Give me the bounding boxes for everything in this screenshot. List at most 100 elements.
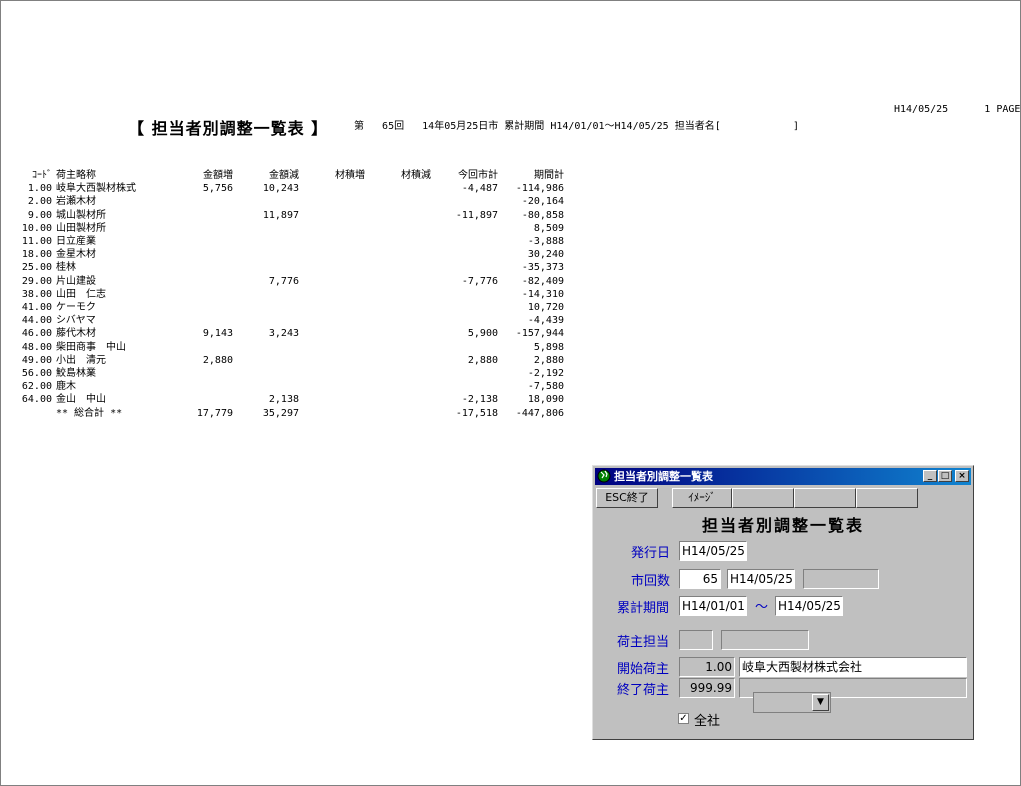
cell-code: 10.00: [21, 222, 52, 234]
period-from-field[interactable]: H14/01/01: [679, 596, 747, 616]
toolbar-slot-5[interactable]: [856, 488, 918, 508]
cell-period-total: -20,164: [521, 196, 564, 208]
cell-amount-dec: 7,776: [268, 275, 299, 287]
period-tilde: ～: [755, 600, 769, 615]
report-title: 【 担当者別調整一覧表 】: [128, 119, 329, 138]
start-shipper-name-field[interactable]: 岐阜大西製材株式会社: [739, 657, 967, 677]
col-volume-dec: 材積減: [401, 170, 431, 181]
col-market-total: 今回市計: [458, 170, 498, 181]
cell-amount-dec: 2,138: [268, 394, 299, 406]
col-period-total: 期間計: [534, 170, 564, 181]
cell-period-total: 18,090: [527, 394, 564, 406]
cell-market-total: [431, 314, 498, 327]
cell-amount-dec: [233, 235, 299, 248]
period-to-field[interactable]: H14/05/25: [775, 596, 843, 616]
cell-market-total: 5,900: [467, 328, 498, 340]
cell-volume-dec: [365, 341, 431, 354]
cell-volume-inc: [299, 209, 365, 222]
cell-volume-inc: [299, 195, 365, 208]
cell-volume-dec: [365, 354, 431, 367]
table-row: 10.00 山田製材所 8,509: [19, 222, 564, 235]
report-header-row: ｺｰﾄﾞ 荷主略称 金額増 金額減 材積増 材積減 今回市計 期間計: [19, 169, 564, 182]
maximize-button[interactable]: □: [938, 470, 952, 482]
cell-volume-inc: [299, 314, 365, 327]
table-row: 25.00 桂林 -35,373: [19, 261, 564, 274]
esc-exit-button[interactable]: ESC終了: [596, 488, 658, 508]
cell-volume-dec: [365, 195, 431, 208]
total-code: [19, 407, 52, 420]
cell-period-total: 8,509: [533, 222, 564, 234]
cell-code: 25.00: [21, 262, 52, 274]
cell-name: 小出 清元: [56, 354, 106, 366]
cell-volume-dec: [365, 380, 431, 393]
cell-code: 2.00: [27, 196, 52, 208]
shipper-staff-code-field[interactable]: [679, 630, 713, 650]
total-period-total: -447,806: [515, 407, 564, 419]
cell-period-total: -114,986: [515, 183, 564, 195]
minimize-button[interactable]: _: [923, 470, 937, 482]
cell-volume-inc: [299, 327, 365, 340]
cell-market-total: -11,897: [455, 209, 498, 221]
cell-name: 山田 仁志: [56, 288, 106, 300]
cell-code: 62.00: [21, 381, 52, 393]
cell-name: 鹿木: [56, 381, 76, 393]
market-extra-field[interactable]: [803, 569, 879, 589]
cell-amount-inc: [163, 275, 233, 288]
shipper-staff-name-field[interactable]: [721, 630, 809, 650]
cell-amount-inc: 5,756: [202, 183, 233, 195]
cell-volume-dec: [365, 314, 431, 327]
total-volume-dec: [365, 407, 431, 420]
start-shipper-code-field[interactable]: 1.00: [679, 657, 735, 677]
table-row: 46.00 藤代木材 9,143 3,243 5,900 -157,944: [19, 327, 564, 340]
cell-amount-dec: [233, 354, 299, 367]
table-row: 56.00 鮫島林業 -2,192: [19, 367, 564, 380]
cell-name: 片山建設: [56, 275, 96, 287]
market-date-field[interactable]: H14/05/25: [727, 569, 795, 589]
cell-code: 11.00: [21, 236, 52, 248]
cell-amount-inc: [163, 248, 233, 261]
toolbar-slot-3[interactable]: [732, 488, 794, 508]
cell-name: 日立産業: [56, 236, 96, 248]
cell-volume-inc: [299, 288, 365, 301]
cell-amount-inc: [163, 261, 233, 274]
cell-volume-dec: [365, 288, 431, 301]
all-company-label: 全社: [694, 714, 721, 729]
col-code: ｺｰﾄﾞ: [32, 170, 52, 181]
cell-volume-inc: [299, 354, 365, 367]
cell-code: 29.00: [21, 275, 52, 287]
cell-code: 49.00: [21, 354, 52, 366]
cell-amount-inc: 9,143: [202, 328, 233, 340]
app-globe-icon: [597, 469, 611, 483]
end-shipper-code-field[interactable]: 999.99: [679, 678, 735, 698]
cell-period-total: -2,192: [527, 368, 564, 380]
cell-period-total: 2,880: [533, 354, 564, 366]
cell-period-total: -157,944: [515, 328, 564, 340]
market-count-field[interactable]: 65: [679, 569, 721, 589]
cell-volume-dec: [365, 367, 431, 380]
cell-market-total: [431, 380, 498, 393]
all-company-checkbox[interactable]: ✓: [678, 713, 689, 724]
market-count-label: 市回数: [631, 574, 671, 589]
table-row: 29.00 片山建設 7,776 -7,776 -82,409: [19, 275, 564, 288]
dialog-titlebar[interactable]: 担当者別調整一覧表 _ □ ×: [595, 468, 971, 485]
total-amount-inc: 17,779: [196, 407, 233, 419]
total-volume-inc: [299, 407, 365, 420]
report-table: ｺｰﾄﾞ 荷主略称 金額増 金額減 材積増 材積減 今回市計 期間計 1.00 岐…: [19, 169, 564, 420]
issue-date-field[interactable]: H14/05/25: [679, 541, 747, 561]
cell-amount-inc: 2,880: [202, 354, 233, 366]
image-preview-button[interactable]: ｲﾒｰｼﾞ: [672, 488, 732, 508]
cell-amount-dec: 10,243: [262, 183, 299, 195]
cell-amount-inc: [163, 393, 233, 406]
selection-combo[interactable]: ▼: [753, 692, 831, 713]
toolbar-slot-4[interactable]: [794, 488, 856, 508]
cell-amount-inc: [163, 314, 233, 327]
cell-volume-dec: [365, 327, 431, 340]
cell-amount-dec: [233, 380, 299, 393]
cell-volume-dec: [365, 182, 431, 195]
chevron-down-icon[interactable]: ▼: [812, 694, 829, 711]
cell-amount-dec: [233, 367, 299, 380]
close-button[interactable]: ×: [955, 470, 969, 482]
table-row: 38.00 山田 仁志 -14,310: [19, 288, 564, 301]
cell-market-total: [431, 235, 498, 248]
cell-market-total: -2,138: [461, 394, 498, 406]
